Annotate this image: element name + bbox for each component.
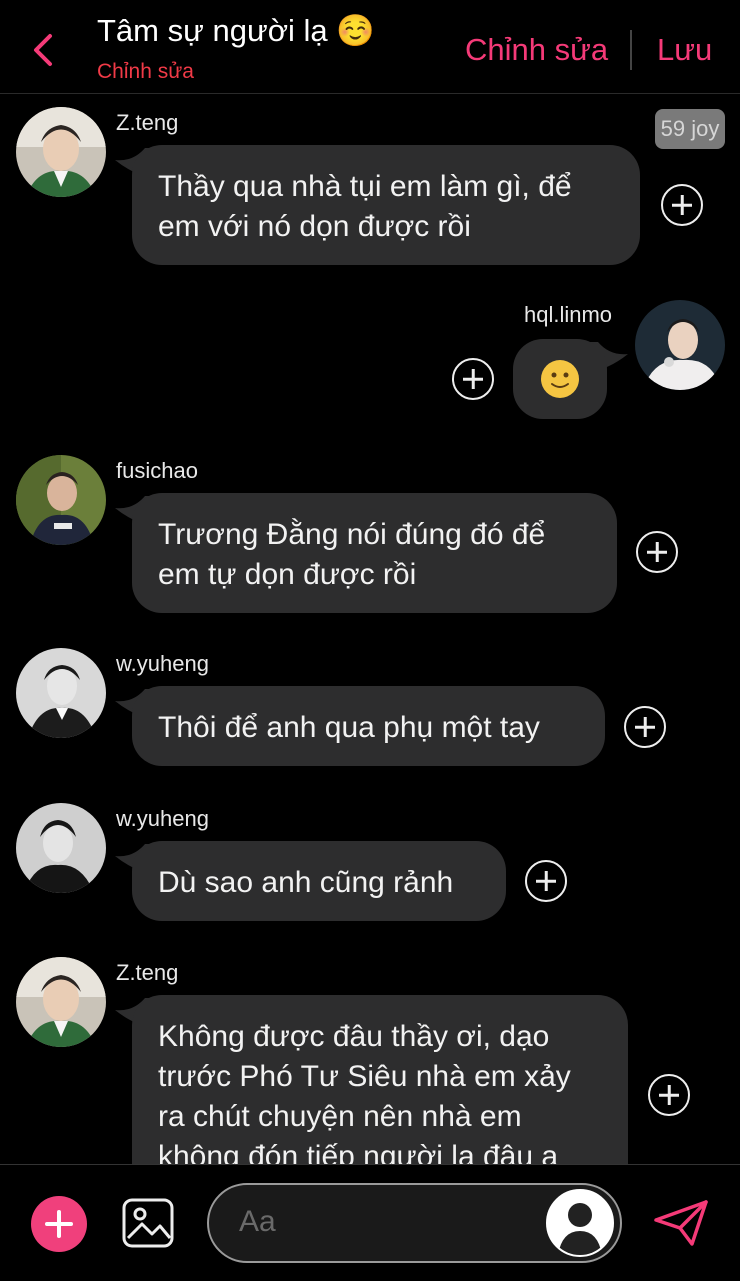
sender-name: Z.teng (116, 960, 179, 985)
add-icon[interactable] (31, 1196, 87, 1252)
edit-button[interactable]: Chỉnh sửa (465, 32, 608, 68)
avatar[interactable] (16, 648, 106, 738)
chat-subtitle[interactable]: Chỉnh sửa (97, 60, 194, 84)
chat-header: Tâm sự người lạ ☺️ Chỉnh sửa Chỉnh sửa L… (0, 0, 740, 94)
avatar[interactable] (16, 455, 106, 545)
plus-icon[interactable] (525, 860, 567, 902)
send-icon[interactable] (652, 1198, 710, 1248)
avatar[interactable] (546, 1189, 614, 1257)
back-chevron-icon[interactable] (28, 30, 58, 70)
sender-name: hql.linmo (524, 302, 613, 327)
plus-icon[interactable] (452, 358, 494, 400)
message-bubble[interactable]: Thôi để anh qua phụ một tay (132, 686, 605, 766)
avatar[interactable] (635, 300, 725, 390)
message-bubble[interactable]: Thầy qua nhà tụi em làm gì, để em với nó… (132, 145, 640, 265)
sender-name: fusichao (116, 458, 198, 483)
message-bubble[interactable] (513, 339, 607, 419)
plus-icon[interactable] (636, 531, 678, 573)
message-bubble[interactable]: Trương Đằng nói đúng đó để em tự dọn đượ… (132, 493, 617, 613)
sender-name: w.yuheng (116, 651, 209, 676)
chat-title: Tâm sự người lạ ☺️ (97, 13, 375, 48)
avatar[interactable] (16, 107, 106, 197)
image-icon[interactable] (122, 1198, 174, 1248)
sender-name: w.yuheng (116, 806, 209, 831)
avatar[interactable] (16, 803, 106, 893)
plus-icon[interactable] (661, 184, 703, 226)
plus-icon[interactable] (648, 1074, 690, 1116)
joy-badge: 59 joy (655, 109, 725, 149)
message-input-placeholder: Aa (239, 1205, 276, 1238)
avatar[interactable] (16, 957, 106, 1047)
header-divider (630, 30, 632, 70)
save-button[interactable]: Lưu (657, 32, 712, 68)
sender-name: Z.teng (116, 110, 179, 135)
smiley-emoji-icon (541, 360, 579, 398)
message-input[interactable]: Aa (207, 1183, 622, 1263)
message-bubble[interactable]: Dù sao anh cũng rảnh (132, 841, 506, 921)
plus-icon[interactable] (624, 706, 666, 748)
